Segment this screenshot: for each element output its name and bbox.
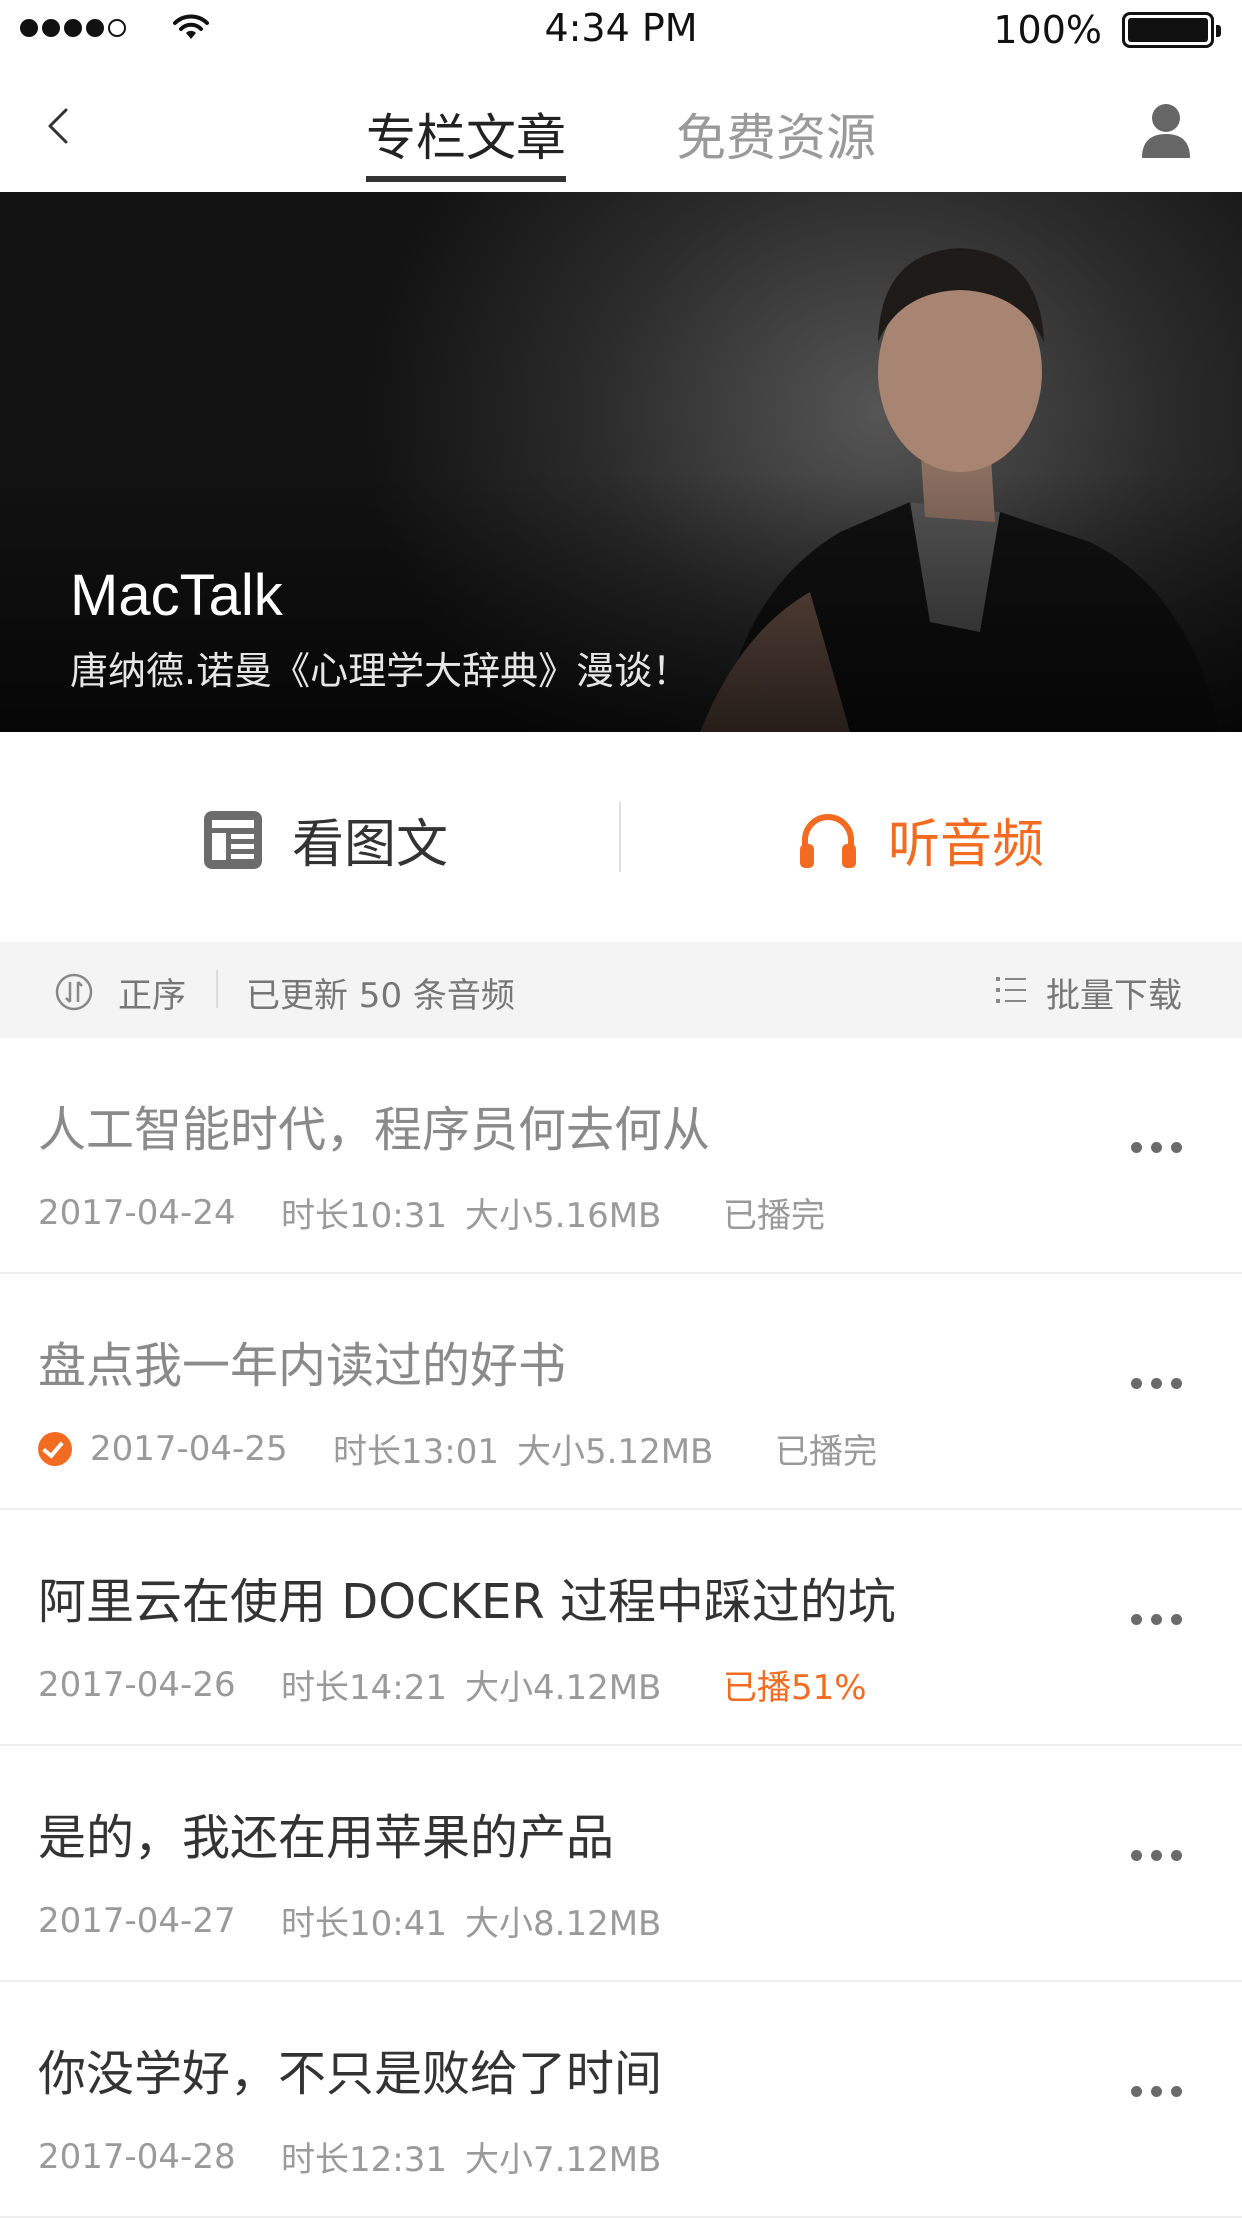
audio-list: 人工智能时代，程序员何去何从 2017-04-24 时长10:31 大小5.16… bbox=[0, 1038, 1242, 2218]
article-icon bbox=[204, 810, 262, 869]
sort-order-button[interactable]: 正序 bbox=[118, 968, 186, 1017]
list-item[interactable]: 阿里云在使用 DOCKER 过程中踩过的坑 2017-04-26 时长14:21… bbox=[0, 1510, 1242, 1746]
user-icon[interactable] bbox=[1140, 100, 1192, 160]
item-status: 已播完 bbox=[723, 1196, 825, 1236]
more-icon[interactable] bbox=[1131, 1142, 1182, 1153]
check-icon bbox=[38, 1431, 72, 1466]
listen-audio-label: 听音频 bbox=[888, 815, 1045, 875]
filter-divider bbox=[216, 970, 218, 1008]
item-date: 2017-04-28 bbox=[38, 2136, 236, 2177]
item-meta: 2017-04-26 时长14:21 大小4.12MB 已播51% bbox=[38, 1660, 867, 1709]
item-title: 你没学好，不只是败给了时间 bbox=[38, 2046, 663, 2102]
back-chevron-icon[interactable] bbox=[40, 106, 80, 146]
hero-banner[interactable]: MacTalk 唐纳德.诺曼《心理学大辞典》漫谈！ bbox=[0, 192, 1242, 732]
tab-column-articles[interactable]: 专栏文章 bbox=[366, 98, 566, 170]
view-article-label: 看图文 bbox=[292, 815, 449, 875]
item-date: 2017-04-27 bbox=[38, 1900, 236, 1941]
list-item[interactable]: 是的，我还在用苹果的产品 2017-04-27 时长10:41 大小8.12MB bbox=[0, 1746, 1242, 1982]
item-progress: 已播51% bbox=[723, 1668, 867, 1708]
item-meta: 2017-04-27 时长10:41 大小8.12MB bbox=[38, 1896, 723, 1945]
item-size: 大小7.12MB bbox=[465, 2140, 662, 2180]
sort-icon[interactable] bbox=[54, 972, 94, 1012]
list-item[interactable]: 盘点我一年内读过的好书 2017-04-25 时长13:01 大小5.12MB … bbox=[0, 1274, 1242, 1510]
list-download-icon[interactable] bbox=[996, 976, 1026, 1004]
status-bar: 4:34 PM 100% bbox=[0, 0, 1242, 60]
item-date: 2017-04-26 bbox=[38, 1664, 236, 1705]
item-duration: 时长14:21 bbox=[281, 1668, 447, 1708]
item-duration: 时长10:41 bbox=[281, 1904, 447, 1944]
headphones-icon bbox=[800, 813, 856, 868]
list-item[interactable]: 人工智能时代，程序员何去何从 2017-04-24 时长10:31 大小5.16… bbox=[0, 1038, 1242, 1274]
item-title: 是的，我还在用苹果的产品 bbox=[38, 1810, 615, 1866]
mode-switch: 看图文 听音频 bbox=[0, 732, 1242, 942]
item-size: 大小4.12MB bbox=[465, 1668, 662, 1708]
more-icon[interactable] bbox=[1131, 2086, 1182, 2097]
item-duration: 时长12:31 bbox=[281, 2140, 447, 2180]
more-icon[interactable] bbox=[1131, 1378, 1182, 1389]
item-date: 2017-04-24 bbox=[38, 1192, 236, 1233]
item-status: 已播完 bbox=[775, 1432, 877, 1472]
more-icon[interactable] bbox=[1131, 1850, 1182, 1861]
item-title: 盘点我一年内读过的好书 bbox=[38, 1338, 567, 1394]
item-duration: 时长13:01 bbox=[333, 1432, 499, 1472]
item-duration: 时长10:31 bbox=[281, 1196, 447, 1236]
tab-free-resources[interactable]: 免费资源 bbox=[676, 98, 876, 170]
battery-icon bbox=[1122, 12, 1221, 48]
item-meta: 2017-04-28 时长12:31 大小7.12MB bbox=[38, 2132, 723, 2181]
more-icon[interactable] bbox=[1131, 1614, 1182, 1625]
item-size: 大小8.12MB bbox=[465, 1904, 662, 1944]
hero-title: MacTalk bbox=[70, 563, 283, 628]
item-title: 阿里云在使用 DOCKER 过程中踩过的坑 bbox=[38, 1574, 896, 1630]
item-size: 大小5.16MB bbox=[465, 1196, 662, 1236]
nav-bar: 专栏文章 免费资源 bbox=[0, 60, 1242, 192]
item-size: 大小5.12MB bbox=[517, 1432, 714, 1472]
item-meta: 2017-04-24 时长10:31 大小5.16MB 已播完 bbox=[38, 1188, 825, 1237]
active-tab-indicator bbox=[366, 176, 566, 182]
batch-download-button[interactable]: 批量下载 bbox=[1046, 968, 1182, 1017]
item-meta: 2017-04-25 时长13:01 大小5.12MB 已播完 bbox=[38, 1424, 877, 1473]
listen-audio-button[interactable]: 听音频 bbox=[798, 802, 1044, 877]
item-title: 人工智能时代，程序员何去何从 bbox=[38, 1102, 711, 1158]
list-item[interactable]: 你没学好，不只是败给了时间 2017-04-28 时长12:31 大小7.12M… bbox=[0, 1982, 1242, 2218]
battery-percentage: 100% bbox=[993, 8, 1102, 52]
item-date: 2017-04-25 bbox=[90, 1428, 288, 1469]
view-article-button[interactable]: 看图文 bbox=[204, 802, 448, 877]
filter-bar: 正序 已更新 50 条音频 批量下载 bbox=[0, 942, 1242, 1038]
hero-subtitle: 唐纳德.诺曼《心理学大辞典》漫谈！ bbox=[70, 649, 691, 693]
update-count: 已更新 50 条音频 bbox=[246, 976, 515, 1016]
mode-divider bbox=[619, 802, 621, 872]
